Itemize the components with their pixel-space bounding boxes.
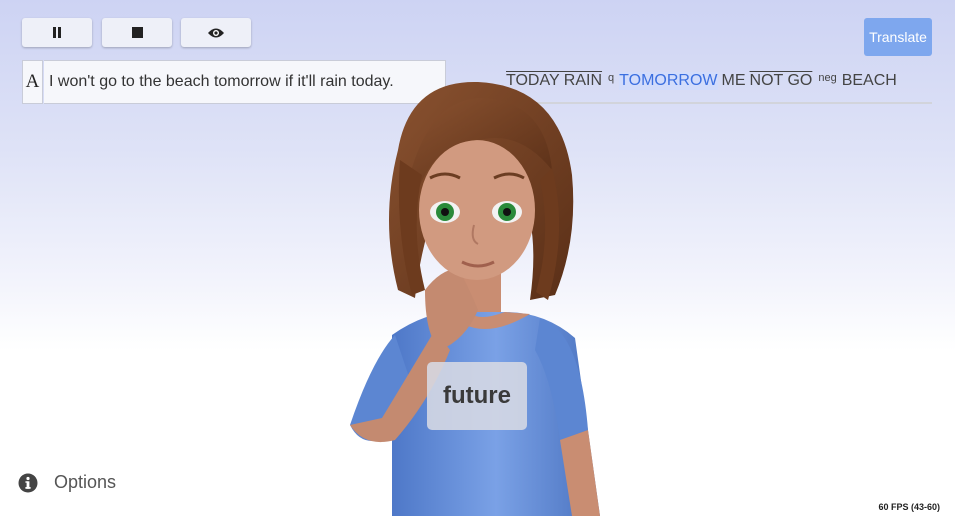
gloss-token: TOMORROW	[619, 72, 718, 90]
font-toggle-button[interactable]: A	[22, 60, 43, 104]
pause-button[interactable]	[22, 18, 92, 47]
gloss-token: ME	[721, 72, 746, 89]
toggle-view-button[interactable]	[181, 18, 251, 47]
sign-caption: future	[427, 362, 527, 430]
signing-avatar	[350, 81, 600, 516]
stop-icon	[131, 27, 143, 38]
options-label: Options	[54, 472, 117, 492]
options-button[interactable]: Options	[18, 472, 116, 493]
stop-button[interactable]	[102, 18, 172, 47]
gloss-token: BEACH	[841, 72, 897, 89]
fps-counter: 60 FPS (43-60)	[878, 502, 940, 512]
gloss-marker: neg	[818, 72, 837, 84]
translate-button[interactable]: Translate	[864, 18, 932, 56]
gloss-token: NOT GO	[749, 72, 813, 89]
eye-icon	[208, 28, 224, 37]
info-icon	[18, 473, 38, 492]
pause-icon	[53, 27, 61, 38]
